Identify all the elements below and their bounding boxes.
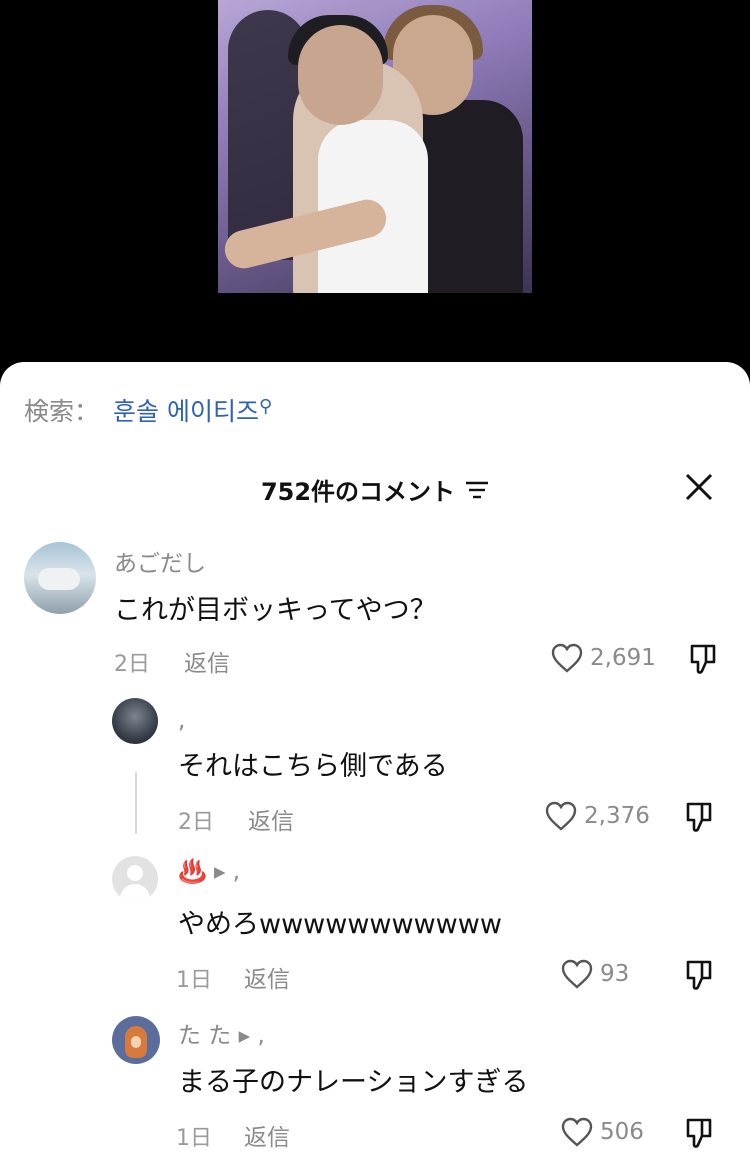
avatar[interactable]: [24, 542, 96, 614]
dislike-icon[interactable]: [680, 958, 714, 996]
search-term-link[interactable]: 훈솔 에이티즈: [113, 397, 259, 426]
comment-text: これが目ボッキってやつ？: [114, 595, 437, 626]
reply-button[interactable]: 返信: [244, 960, 290, 994]
heart-icon: [551, 643, 583, 673]
like-count: 93: [600, 961, 630, 987]
reply-button[interactable]: 返信: [248, 802, 294, 836]
comment-text: まる子のナレーションすぎる: [178, 1067, 529, 1098]
video-area[interactable]: [0, 0, 750, 370]
comment-username[interactable]: あごだし: [114, 544, 206, 578]
reply-button[interactable]: 返信: [244, 1118, 290, 1152]
sort-filter-icon[interactable]: [465, 477, 489, 505]
comment-date: 2日: [114, 652, 150, 677]
like-button[interactable]: 506: [560, 1116, 644, 1148]
reply-button[interactable]: 返信: [184, 644, 230, 678]
dislike-icon[interactable]: [680, 1116, 714, 1154]
comment-count-title: 752件のコメント: [260, 478, 456, 506]
comment-username[interactable]: た た ▸ ,: [178, 1016, 265, 1050]
search-suggestion[interactable]: 検索： 훈솔 에이티즈⚲: [24, 392, 272, 428]
thread-line: [135, 772, 137, 834]
comment-date: 1日: [176, 968, 212, 993]
comment-text: それはこちら側である: [178, 751, 448, 782]
video-thumbnail: [218, 0, 532, 293]
like-button[interactable]: 93: [560, 958, 629, 990]
search-label: 検索：: [24, 397, 100, 426]
hot-springs-icon: ♨️: [178, 859, 207, 885]
like-button[interactable]: 2,376: [544, 800, 650, 832]
dislike-icon[interactable]: [680, 800, 714, 838]
heart-icon: [545, 801, 577, 831]
like-count: 2,691: [590, 645, 656, 671]
avatar[interactable]: [112, 1016, 160, 1064]
like-count: 506: [600, 1119, 644, 1145]
avatar[interactable]: [112, 698, 158, 744]
comment-date: 1日: [176, 1126, 212, 1151]
like-count: 2,376: [584, 803, 650, 829]
search-icon: ⚲: [258, 396, 273, 417]
close-icon[interactable]: [684, 472, 714, 502]
comments-header: 752件のコメント: [0, 472, 750, 507]
comments-sheet: 検索： 훈솔 에이티즈⚲ 752件のコメント あごだし これが目ボッキってやつ？ …: [0, 362, 750, 1162]
comment-text: やめろwwwwwwwwwww: [178, 909, 502, 940]
comment-username[interactable]: ,: [178, 708, 185, 734]
dislike-icon[interactable]: [684, 642, 718, 680]
like-button[interactable]: 2,691: [550, 642, 656, 674]
heart-icon: [561, 959, 593, 989]
comment-username[interactable]: ♨️ ▸ ,: [178, 858, 240, 885]
avatar[interactable]: [112, 856, 158, 902]
comment-date: 2日: [178, 810, 214, 835]
heart-icon: [561, 1117, 593, 1147]
